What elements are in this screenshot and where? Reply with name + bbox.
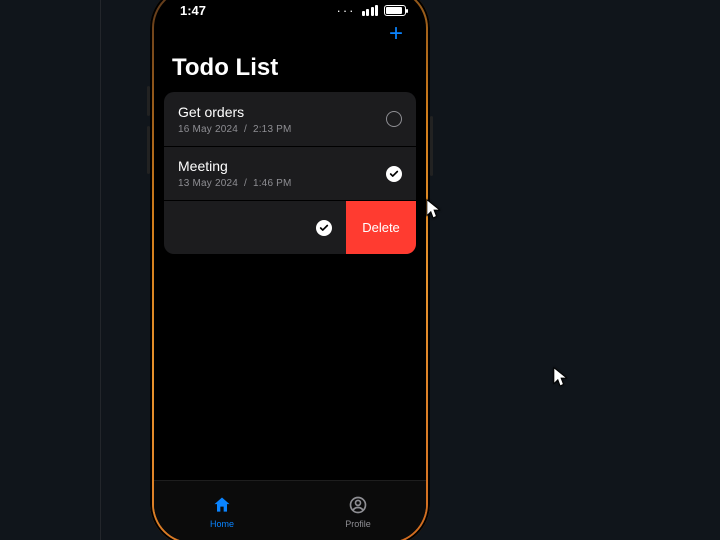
add-todo-button[interactable]: + (384, 22, 408, 46)
phone-screen: 1:47 ··· + Todo List Get orders (154, 0, 426, 540)
plus-icon: + (389, 20, 403, 48)
side-button (430, 116, 433, 176)
status-time: 1:47 (180, 3, 206, 18)
todo-item-swiped[interactable]: / 1:46 PM Delete (164, 200, 416, 254)
profile-icon (348, 495, 368, 517)
tab-label: Home (210, 519, 234, 529)
delete-button[interactable]: Delete (346, 201, 416, 254)
page-title: Todo List (154, 50, 426, 92)
side-button (147, 86, 150, 116)
tab-profile[interactable]: Profile (290, 481, 426, 540)
panel-divider (100, 0, 101, 540)
tab-label: Profile (345, 519, 371, 529)
side-button (147, 126, 150, 174)
delete-label: Delete (362, 220, 400, 235)
status-dots-icon: ··· (337, 3, 356, 18)
home-icon (212, 495, 232, 517)
phone-frame: 1:47 ··· + Todo List Get orders (150, 0, 430, 540)
todo-meta: 16 May 2024 / 2:13 PM (178, 124, 292, 135)
cursor-icon (553, 367, 569, 389)
todo-title: Get orders (178, 104, 292, 120)
battery-icon (384, 5, 406, 16)
todo-list: Get orders 16 May 2024 / 2:13 PM Meeting… (164, 92, 416, 254)
todo-meta: 13 May 2024 / 1:46 PM (178, 178, 292, 189)
checkbox-unchecked-icon[interactable] (386, 111, 402, 127)
cellular-icon (362, 5, 379, 16)
tab-home[interactable]: Home (154, 481, 290, 540)
checkbox-checked-icon[interactable] (316, 220, 332, 236)
todo-title: Meeting (178, 158, 292, 174)
todo-item[interactable]: Meeting 13 May 2024 / 1:46 PM (164, 146, 416, 200)
todo-item[interactable]: Get orders 16 May 2024 / 2:13 PM (164, 92, 416, 146)
checkbox-checked-icon[interactable] (386, 166, 402, 182)
tab-bar: Home Profile (154, 480, 426, 540)
status-bar: 1:47 ··· (154, 0, 426, 20)
